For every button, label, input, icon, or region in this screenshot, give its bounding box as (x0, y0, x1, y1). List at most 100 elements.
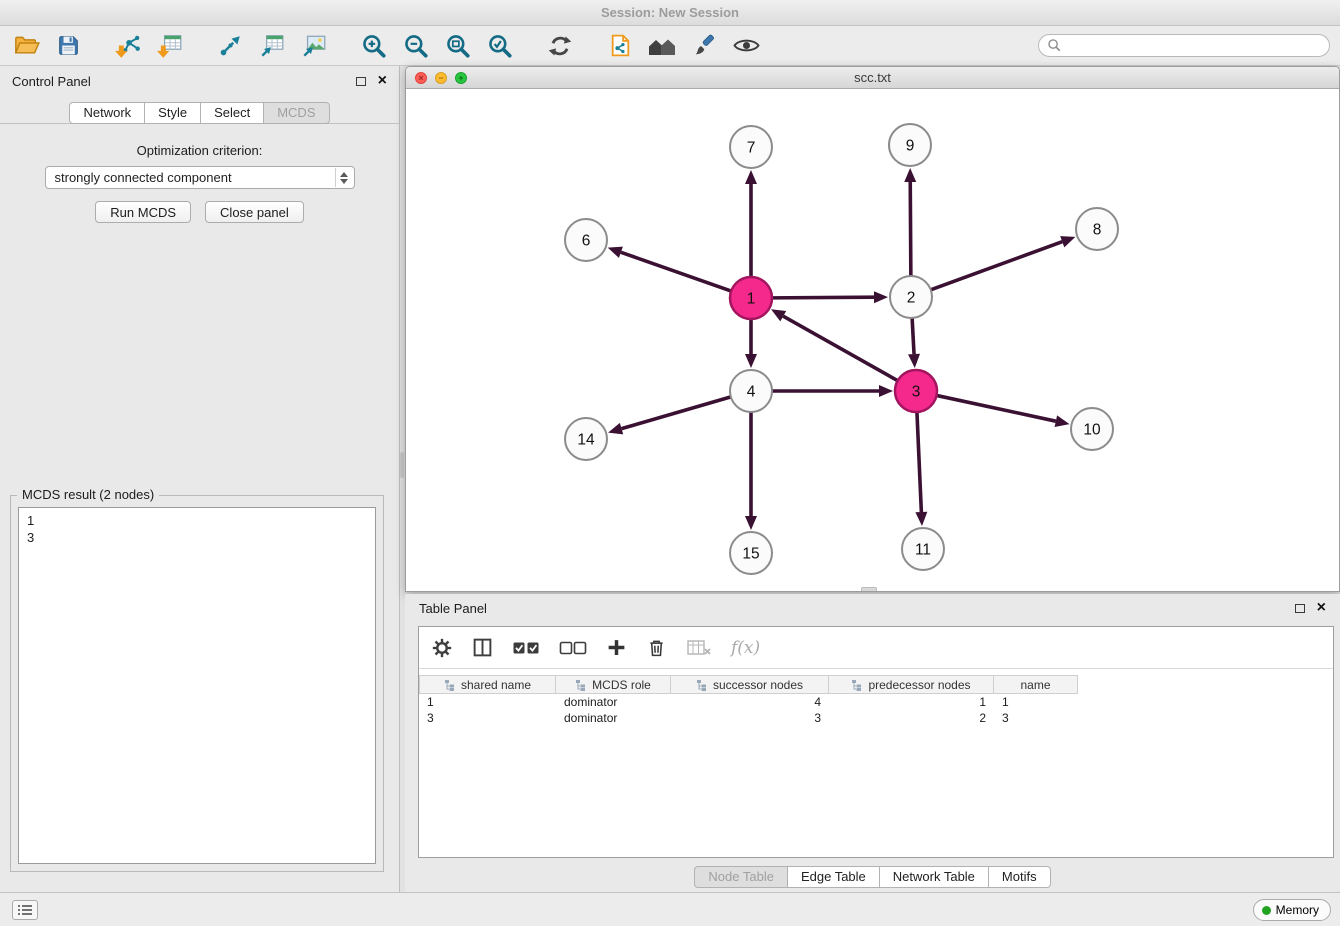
tab-style[interactable]: Style (145, 102, 201, 124)
import-table-button[interactable] (154, 30, 186, 62)
export-table-icon (258, 33, 286, 59)
graph-node-4[interactable]: 4 (730, 370, 772, 412)
column-header-mcds-role[interactable]: MCDS role (556, 675, 671, 694)
zoom-fit-button[interactable] (442, 30, 474, 62)
close-panel-button[interactable]: Close panel (205, 201, 304, 223)
criterion-dropdown[interactable]: strongly connected component (45, 166, 355, 189)
network-window-title: scc.txt (406, 70, 1339, 85)
graph-node-11[interactable]: 11 (902, 528, 944, 570)
tab-network[interactable]: Network (69, 102, 145, 124)
graph-node-2[interactable]: 2 (890, 276, 932, 318)
graph-edge-2-3[interactable] (912, 318, 914, 354)
add-row-button[interactable] (606, 637, 627, 658)
import-network-button[interactable] (112, 30, 144, 62)
eye-icon (733, 36, 760, 55)
float-panel-icon[interactable] (356, 77, 366, 86)
export-table-button[interactable] (256, 30, 288, 62)
mcds-result-box[interactable]: 1 3 (18, 507, 376, 864)
document-network-button[interactable] (604, 30, 636, 62)
graph-edge-3-10[interactable] (937, 395, 1056, 421)
zoom-selected-button[interactable] (484, 30, 516, 62)
edge-arrowhead-icon (874, 291, 888, 303)
deselect-all-button[interactable] (559, 638, 587, 658)
zoom-out-button[interactable] (400, 30, 432, 62)
tree-icon (696, 679, 708, 691)
graph-edge-3-1[interactable] (783, 316, 897, 381)
zoom-in-button[interactable] (358, 30, 390, 62)
close-table-panel-icon[interactable]: × (1317, 601, 1326, 615)
column-header-shared-name[interactable]: shared name (419, 675, 556, 694)
tab-select[interactable]: Select (201, 102, 264, 124)
list-icon (17, 904, 33, 916)
export-image-icon (300, 33, 328, 59)
zoom-selected-icon (487, 33, 513, 59)
delete-row-button[interactable] (646, 637, 667, 658)
column-header-successor-nodes[interactable]: successor nodes (671, 675, 829, 694)
window-close-icon[interactable]: × (415, 72, 427, 84)
graph-node-6[interactable]: 6 (565, 219, 607, 261)
graph-node-15[interactable]: 15 (730, 532, 772, 574)
tab-node-table[interactable]: Node Table (694, 866, 788, 888)
style-brush-button[interactable] (688, 30, 720, 62)
export-network-icon (217, 33, 243, 59)
select-all-button[interactable] (512, 638, 540, 658)
run-mcds-button[interactable]: Run MCDS (95, 201, 191, 223)
document-network-icon (608, 33, 633, 58)
graph-edge-3-11[interactable] (917, 412, 921, 512)
column-header-predecessor-nodes[interactable]: predecessor nodes (829, 675, 994, 694)
close-panel-icon[interactable]: × (378, 74, 387, 88)
save-session-button[interactable] (52, 30, 84, 62)
home-icon (647, 34, 677, 58)
delete-table-icon (686, 638, 712, 658)
graph-node-7[interactable]: 7 (730, 126, 772, 168)
control-panel: Control Panel × Network Style Select MCD… (0, 66, 400, 892)
graph-edge-2-9[interactable] (910, 182, 911, 276)
table-row[interactable]: 1 dominator 4 1 1 (419, 694, 1333, 710)
window-resize-handle[interactable] (861, 587, 877, 591)
show-columns-button[interactable] (472, 637, 493, 658)
task-history-button[interactable] (12, 900, 38, 920)
window-zoom-icon[interactable]: + (455, 72, 467, 84)
graph-node-14[interactable]: 14 (565, 418, 607, 460)
open-session-button[interactable] (10, 30, 42, 62)
search-input[interactable] (1067, 38, 1321, 53)
session-title: Session: New Session (601, 5, 739, 20)
memory-button[interactable]: Memory (1253, 899, 1331, 921)
window-minimize-icon[interactable]: − (435, 72, 447, 84)
export-image-button[interactable] (298, 30, 330, 62)
panel-divider-handle[interactable] (400, 452, 404, 478)
graph-edge-2-8[interactable] (931, 242, 1063, 290)
graph-node-9[interactable]: 9 (889, 124, 931, 166)
tab-network-table[interactable]: Network Table (880, 866, 989, 888)
table-row[interactable]: 3 dominator 3 2 3 (419, 710, 1333, 726)
svg-text:3: 3 (912, 384, 921, 401)
refresh-button[interactable] (544, 30, 576, 62)
table-settings-button[interactable] (431, 637, 453, 659)
graph-node-10[interactable]: 10 (1071, 408, 1113, 450)
svg-text:7: 7 (747, 140, 756, 157)
network-window-titlebar[interactable]: scc.txt × − + (406, 67, 1339, 89)
tab-motifs[interactable]: Motifs (989, 866, 1051, 888)
float-table-panel-icon[interactable] (1295, 604, 1305, 613)
network-graph[interactable]: 7 9 6 8 1 2 4 3 14 10 15 11 (406, 89, 1339, 591)
edge-arrowhead-icon (915, 512, 927, 526)
import-network-icon (114, 33, 142, 59)
network-overview-button[interactable] (646, 30, 678, 62)
column-header-name[interactable]: name (994, 675, 1078, 694)
graph-edge-1-6[interactable] (621, 252, 731, 291)
table-panel: Table Panel × (405, 594, 1340, 892)
tab-edge-table[interactable]: Edge Table (788, 866, 880, 888)
mcds-result-title: MCDS result (2 nodes) (17, 487, 159, 502)
svg-text:15: 15 (742, 546, 759, 563)
graph-edge-4-14[interactable] (622, 397, 731, 429)
mcds-result-group: MCDS result (2 nodes) 1 3 (10, 495, 384, 872)
network-canvas[interactable]: 7 9 6 8 1 2 4 3 14 10 15 11 (406, 89, 1339, 591)
graph-edge-1-2[interactable] (772, 297, 874, 298)
export-network-button[interactable] (214, 30, 246, 62)
tab-mcds[interactable]: MCDS (264, 102, 329, 124)
table-panel-tabs: Node Table Edge Table Network Table Moti… (405, 866, 1340, 888)
graph-node-3[interactable]: 3 (895, 370, 937, 412)
show-hide-button[interactable] (730, 30, 762, 62)
graph-node-8[interactable]: 8 (1076, 208, 1118, 250)
graph-node-1[interactable]: 1 (730, 277, 772, 319)
